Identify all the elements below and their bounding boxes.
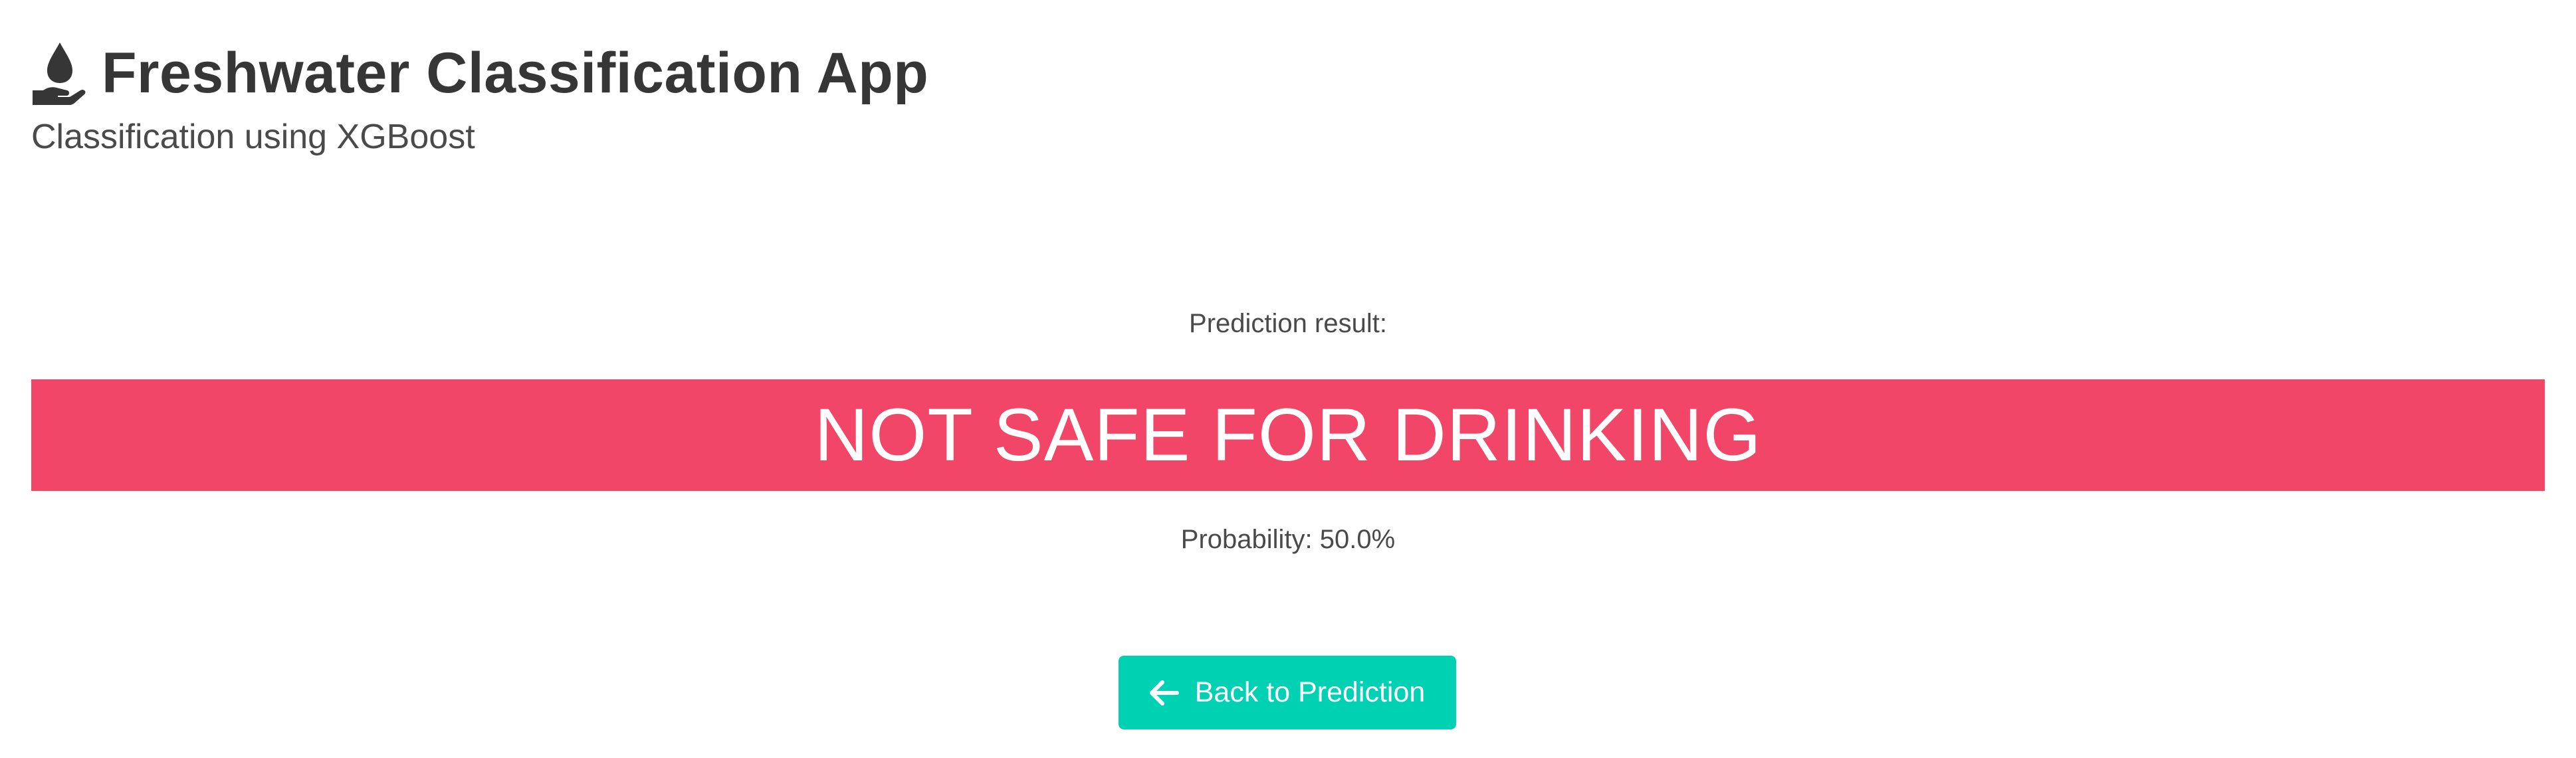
prediction-result-text: NOT SAFE FOR DRINKING	[814, 393, 1762, 476]
arrow-left-icon	[1149, 680, 1179, 706]
app-title: Freshwater Classification App	[102, 41, 929, 105]
back-button-label: Back to Prediction	[1194, 676, 1426, 708]
title-row: Freshwater Classification App	[31, 41, 928, 105]
page: Freshwater Classification App Classifica…	[0, 0, 2576, 758]
app-subtitle: Classification using XGBoost	[31, 118, 475, 156]
probability-text: Probability: 50.0%	[1180, 525, 1396, 554]
prediction-result-label: Prediction result:	[1189, 309, 1387, 338]
prediction-result-banner: NOT SAFE FOR DRINKING	[31, 379, 2545, 491]
back-to-prediction-button[interactable]: Back to Prediction	[1119, 656, 1456, 729]
hand-holding-water-icon	[31, 41, 88, 105]
app-header: Freshwater Classification App Classifica…	[31, 41, 928, 154]
